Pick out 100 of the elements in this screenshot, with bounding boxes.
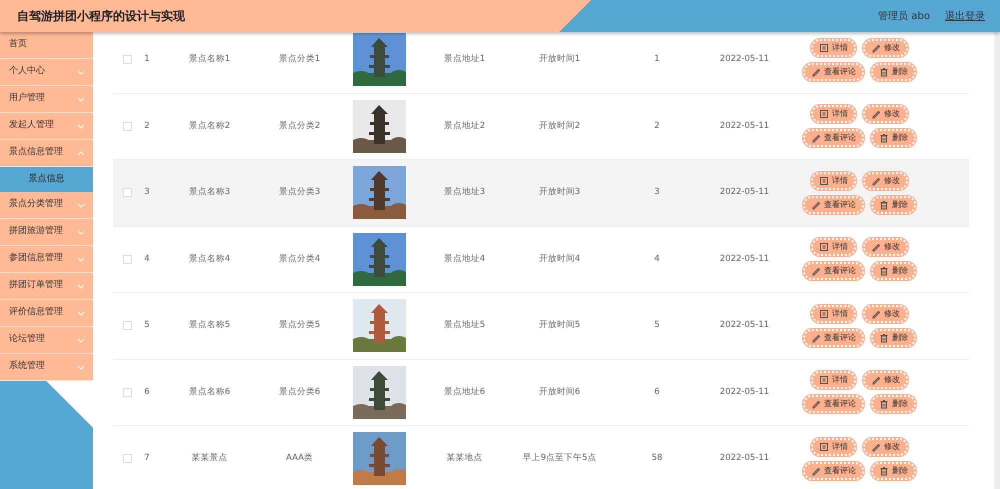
table-cell: 2022-05-11 — [720, 386, 770, 397]
sidebar-item[interactable]: 首页 — [0, 32, 93, 59]
table-cell: 6 — [144, 386, 150, 397]
trash-icon — [879, 399, 889, 410]
pencil-icon — [871, 442, 881, 452]
table-cell: 开放时间1 — [538, 54, 580, 64]
table-cell: AAA类 — [286, 453, 313, 464]
table-cell: 2 — [654, 120, 660, 131]
pencil-icon — [871, 176, 881, 186]
sidebar-item[interactable]: 用户管理 — [0, 86, 93, 113]
row-checkbox[interactable] — [123, 388, 132, 397]
action-button[interactable]: 详情 — [811, 238, 856, 256]
sidebar-item[interactable]: 系统管理 — [0, 354, 93, 381]
document-icon — [819, 375, 829, 386]
trash-icon — [879, 66, 889, 77]
document-icon — [819, 176, 829, 186]
pencil-icon — [811, 200, 821, 210]
pencil-icon — [871, 375, 881, 386]
table-cell: 2022-05-11 — [720, 254, 770, 264]
action-button[interactable]: 修改 — [863, 438, 908, 456]
pencil-icon — [811, 266, 821, 276]
action-button[interactable]: 查看评论 — [803, 462, 864, 480]
row-checkbox[interactable] — [123, 454, 132, 464]
table-cell: 早上9点至下午5点 — [522, 453, 596, 464]
table-cell: 开放时间6 — [538, 386, 580, 397]
action-button[interactable]: 修改 — [863, 105, 908, 124]
sidebar-item[interactable]: 发起人管理 — [0, 113, 93, 140]
user-label: 管理员 abo — [878, 10, 930, 24]
sidebar-item[interactable]: 参团信息管理 — [0, 246, 93, 273]
action-button[interactable]: 详情 — [811, 38, 856, 57]
action-button[interactable]: 修改 — [863, 304, 908, 323]
row-checkbox[interactable] — [123, 188, 132, 198]
action-button[interactable]: 详情 — [811, 438, 856, 456]
sidebar-item[interactable]: 景点分类管理 — [0, 192, 93, 219]
action-button[interactable]: 查看评论 — [803, 62, 864, 81]
trash-icon — [879, 133, 889, 144]
action-button[interactable]: 查看评论 — [803, 328, 864, 347]
table-cell: 景点分类6 — [278, 386, 320, 397]
pencil-icon — [871, 242, 881, 252]
sidebar-item[interactable]: 论坛管理 — [0, 327, 93, 354]
action-button[interactable]: 删除 — [871, 462, 916, 480]
table-cell: 景点名称5 — [188, 320, 230, 330]
action-button[interactable]: 详情 — [811, 371, 856, 390]
row-checkbox[interactable] — [123, 122, 132, 131]
table-cell: 景点名称4 — [188, 254, 230, 264]
action-button[interactable]: 详情 — [811, 172, 856, 190]
action-button[interactable]: 删除 — [871, 196, 916, 214]
action-button[interactable]: 删除 — [871, 129, 916, 148]
row-checkbox[interactable] — [123, 55, 132, 64]
action-button[interactable]: 删除 — [871, 395, 916, 414]
row-checkbox[interactable] — [123, 254, 132, 264]
table-cell: 景点名称2 — [188, 120, 230, 131]
document-icon — [819, 442, 829, 452]
table-cell: 景点分类4 — [278, 254, 320, 264]
action-button[interactable]: 删除 — [871, 62, 916, 81]
trash-icon — [879, 266, 889, 276]
sidebar-item[interactable]: 个人中心 — [0, 59, 93, 86]
sidebar-item[interactable]: 拼团订单管理 — [0, 273, 93, 300]
action-button[interactable]: 修改 — [863, 172, 908, 190]
sidebar-item[interactable]: 景点信息管理 — [0, 140, 93, 167]
pencil-icon — [811, 133, 821, 144]
table-cell: 景点分类5 — [278, 320, 320, 330]
table-cell: 3 — [654, 187, 660, 198]
action-button[interactable]: 删除 — [871, 328, 916, 347]
action-button[interactable]: 详情 — [811, 105, 856, 124]
table-cell: 景点名称3 — [188, 187, 230, 198]
sidebar-item[interactable]: 评价信息管理 — [0, 300, 93, 327]
pencil-icon — [811, 66, 821, 77]
table-cell: 2022-05-11 — [720, 320, 770, 330]
action-button[interactable]: 修改 — [863, 371, 908, 390]
logout-link[interactable]: 退出登录 — [945, 8, 985, 24]
table-cell: 1 — [144, 54, 150, 64]
table-cell: 1 — [654, 54, 660, 64]
action-button[interactable]: 查看评论 — [803, 196, 864, 214]
table-cell: 景点地址4 — [444, 254, 486, 264]
table-cell: 开放时间5 — [538, 320, 580, 330]
table-cell: 开放时间4 — [538, 254, 580, 264]
action-button[interactable]: 查看评论 — [803, 395, 864, 414]
sidebar-subitem[interactable]: 景点信息 — [0, 167, 93, 192]
action-button[interactable]: 查看评论 — [803, 129, 864, 148]
sidebar-item[interactable]: 拼团旅游管理 — [0, 219, 93, 246]
table-cell: 景点分类3 — [278, 187, 320, 198]
document-icon — [819, 42, 829, 53]
row-checkbox[interactable] — [123, 321, 132, 330]
table-cell: 景点地址3 — [444, 187, 486, 198]
table-cell: 2022-05-11 — [720, 453, 770, 464]
table-cell: 3 — [144, 187, 150, 198]
document-icon — [819, 308, 829, 319]
action-button[interactable]: 查看评论 — [803, 262, 864, 280]
trash-icon — [879, 200, 889, 210]
action-button[interactable]: 删除 — [871, 262, 916, 280]
action-button[interactable]: 详情 — [811, 304, 856, 323]
table-cell: 58 — [652, 453, 662, 464]
table-cell: 景点地址5 — [444, 320, 486, 330]
action-button[interactable]: 修改 — [863, 238, 908, 256]
table-cell: 景点分类2 — [278, 120, 320, 131]
table-cell: 景点名称1 — [188, 54, 230, 64]
table-cell: 景点分类1 — [278, 54, 320, 64]
table-cell: 5 — [654, 320, 660, 330]
action-button[interactable]: 修改 — [863, 38, 908, 57]
